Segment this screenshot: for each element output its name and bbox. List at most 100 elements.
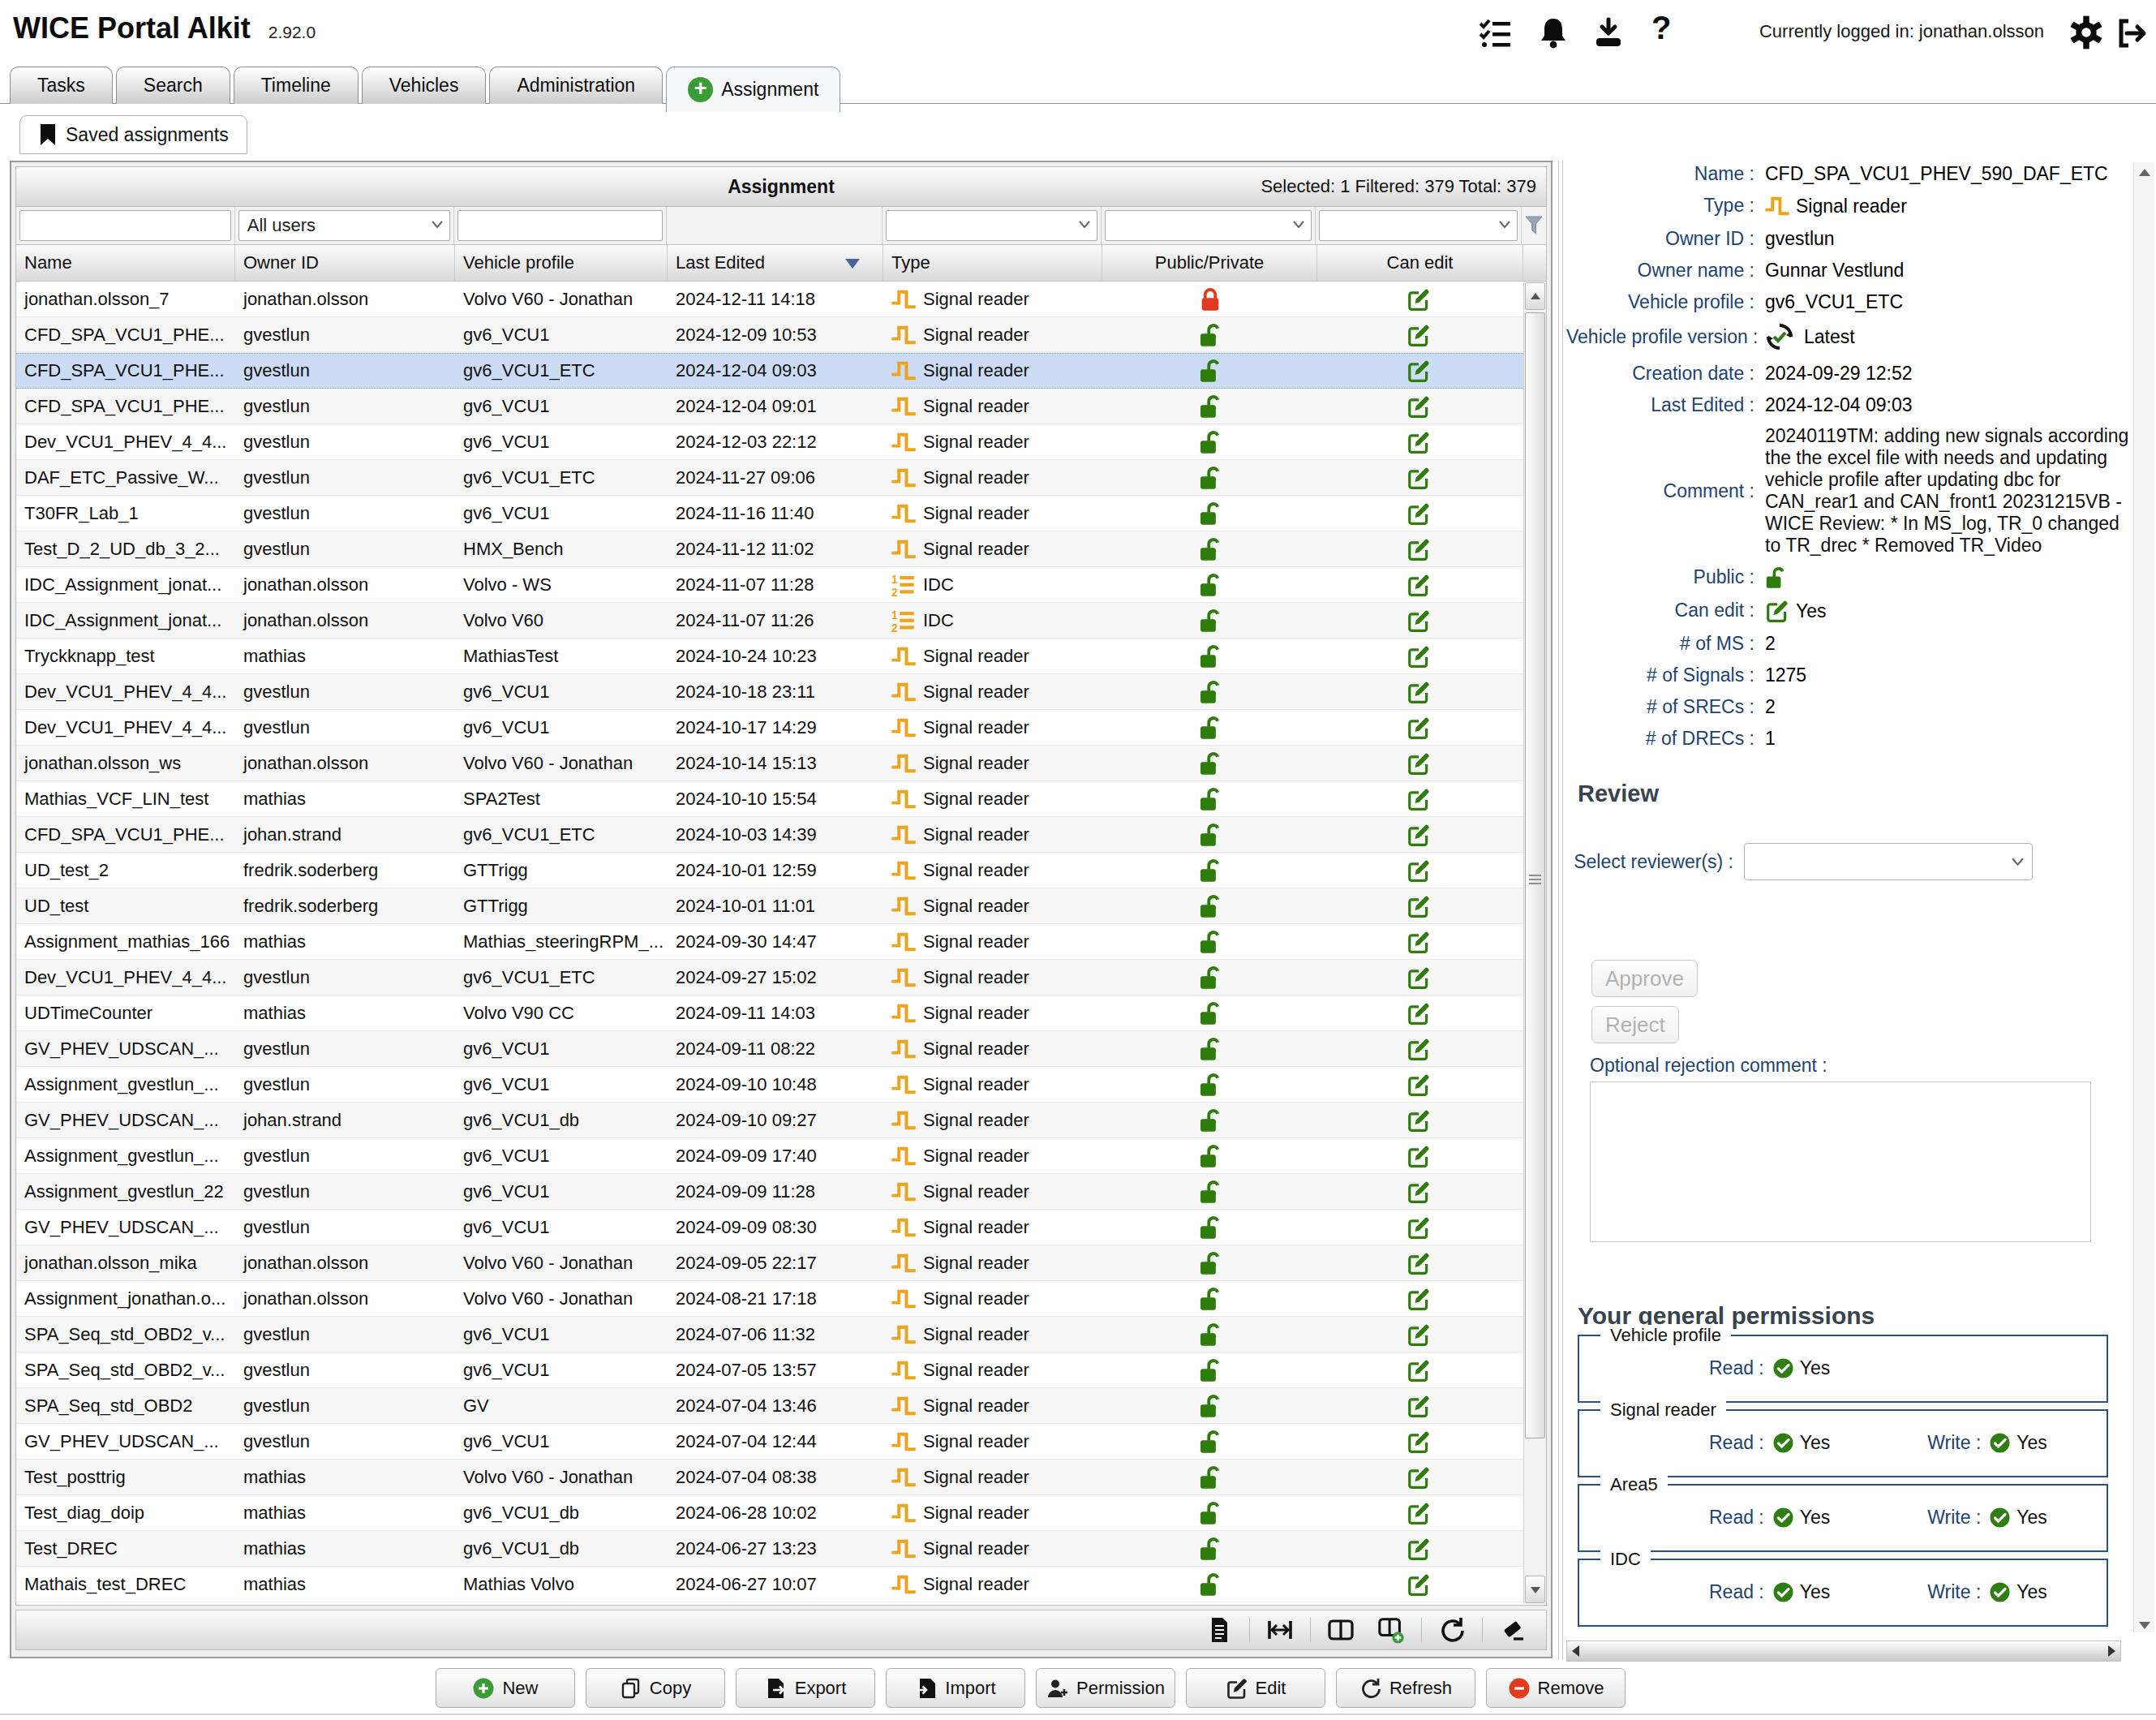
type-filter-select[interactable] <box>886 210 1097 241</box>
panel-horizontal-scrollbar[interactable] <box>1566 1640 2121 1662</box>
approve-button[interactable]: Approve <box>1591 960 1698 997</box>
scroll-left-icon[interactable] <box>1572 1645 1579 1657</box>
edit-icon[interactable] <box>1407 430 1431 454</box>
panel-vertical-scrollbar[interactable] <box>2133 162 2154 1632</box>
fit-width-icon[interactable] <box>1265 1616 1295 1644</box>
visibility-filter-select[interactable] <box>1105 210 1312 241</box>
reviewer-select[interactable] <box>1744 843 2033 880</box>
settings-gear-icon[interactable] <box>2068 15 2104 50</box>
profile-filter-input[interactable] <box>457 210 663 241</box>
filter-funnel-icon[interactable] <box>1522 207 1546 244</box>
table-row[interactable]: jonathan.olsson_mika jonathan.olsson Vol… <box>16 1245 1523 1281</box>
table-row[interactable]: Assignment_jonathan.o... jonathan.olsson… <box>16 1281 1523 1317</box>
canedit-filter-select[interactable] <box>1319 210 1518 241</box>
export-button[interactable]: Export <box>736 1668 875 1708</box>
owner-filter-select[interactable]: All users <box>238 210 451 241</box>
edit-icon[interactable] <box>1407 1037 1431 1061</box>
edit-icon[interactable] <box>1407 1215 1431 1240</box>
table-row[interactable]: jonathan.olsson_7 jonathan.olsson Volvo … <box>16 282 1523 317</box>
edit-icon[interactable] <box>1407 751 1431 776</box>
table-vertical-scrollbar[interactable] <box>1523 282 1546 1604</box>
table-row[interactable]: UDTimeCounter mathias Volvo V90 CC 2024-… <box>16 995 1523 1031</box>
scroll-down-button[interactable] <box>1525 1576 1545 1603</box>
logout-icon[interactable] <box>2115 16 2150 50</box>
edit-icon[interactable] <box>1407 930 1431 954</box>
edit-icon[interactable] <box>1407 823 1431 847</box>
edit-icon[interactable] <box>1407 537 1431 561</box>
edit-icon[interactable] <box>1407 1180 1431 1204</box>
table-row[interactable]: CFD_SPA_VCU1_PHE... johan.strand gv6_VCU… <box>16 817 1523 853</box>
col-last-edited[interactable]: Last Edited <box>668 245 883 281</box>
refresh-icon[interactable] <box>1437 1616 1467 1644</box>
edit-icon[interactable] <box>1407 573 1431 597</box>
col-owner[interactable]: Owner ID <box>235 245 455 281</box>
edit-icon[interactable] <box>1407 894 1431 918</box>
col-visibility[interactable]: Public/Private <box>1102 245 1317 281</box>
edit-icon[interactable] <box>1407 1073 1431 1097</box>
reject-button[interactable]: Reject <box>1591 1006 1679 1043</box>
edit-icon[interactable] <box>1407 1465 1431 1490</box>
table-row[interactable]: GV_PHEV_UDSCAN_... gvestlun gv6_VCU1 202… <box>16 1031 1523 1067</box>
edit-icon[interactable] <box>1407 608 1431 633</box>
columns-icon[interactable] <box>1325 1616 1356 1644</box>
edit-icon[interactable] <box>1407 501 1431 526</box>
subtab-saved-assignments[interactable]: Saved assignments <box>19 115 247 154</box>
table-row[interactable]: Mathais_test_DREC mathias Mathias Volvo … <box>16 1567 1523 1602</box>
table-row[interactable]: Assignment_mathias_166 mathias Mathias_s… <box>16 924 1523 960</box>
table-row[interactable]: Assignment_gvestlun_... gvestlun gv6_VCU… <box>16 1067 1523 1103</box>
edit-icon[interactable] <box>1407 644 1431 669</box>
edit-icon[interactable] <box>1407 858 1431 883</box>
edit-icon[interactable] <box>1407 1251 1431 1275</box>
main-tab[interactable]: Timeline <box>234 67 359 104</box>
table-row[interactable]: CFD_SPA_VCU1_PHE... gvestlun gv6_VCU1_ET… <box>16 353 1523 389</box>
refresh-button[interactable]: Refresh <box>1336 1668 1475 1708</box>
edit-icon[interactable] <box>1407 466 1431 490</box>
table-row[interactable]: SPA_Seq_std_OBD2 gvestlun GV 2024-07-04 … <box>16 1388 1523 1424</box>
edit-icon[interactable] <box>1407 1572 1431 1597</box>
scroll-down-icon[interactable] <box>2139 1622 2150 1629</box>
scrollbar-thumb[interactable] <box>1525 312 1545 1438</box>
edit-icon[interactable] <box>1407 965 1431 990</box>
table-row[interactable]: Test_D_2_UD_db_3_2... gvestlun HMX_Bench… <box>16 531 1523 567</box>
table-row[interactable]: CFD_SPA_VCU1_PHE... gvestlun gv6_VCU1 20… <box>16 317 1523 353</box>
notifications-bell-icon[interactable] <box>1536 16 1570 50</box>
edit-icon[interactable] <box>1407 716 1431 740</box>
main-tab[interactable]: Search <box>116 67 230 104</box>
table-row[interactable]: Test_DREC mathias gv6_VCU1_db 2024-06-27… <box>16 1531 1523 1567</box>
permission-button[interactable]: Permission <box>1036 1668 1175 1708</box>
download-icon[interactable] <box>1591 16 1626 50</box>
table-row[interactable]: Assignment_gvestlun_... gvestlun gv6_VCU… <box>16 1138 1523 1174</box>
edit-icon[interactable] <box>1407 1358 1431 1382</box>
table-row[interactable]: Dev_VCU1_PHEV_4_4... gvestlun gv6_VCU1_E… <box>16 960 1523 995</box>
table-row[interactable]: Test_diag_doip mathias gv6_VCU1_db 2024-… <box>16 1495 1523 1531</box>
edit-icon[interactable] <box>1407 394 1431 419</box>
version-refresh-icon[interactable] <box>1765 322 1794 351</box>
table-row[interactable]: GV_PHEV_UDSCAN_... gvestlun gv6_VCU1 202… <box>16 1424 1523 1460</box>
edit-icon[interactable] <box>1407 680 1431 704</box>
main-tab[interactable]: Tasks <box>10 67 113 104</box>
edit-icon[interactable] <box>1407 1430 1431 1454</box>
table-row[interactable]: UD_test_2 fredrik.soderberg GTTrigg 2024… <box>16 853 1523 888</box>
edit-icon[interactable] <box>1407 787 1431 811</box>
edit-icon[interactable] <box>1407 359 1431 383</box>
new-button[interactable]: New <box>436 1668 575 1708</box>
table-row[interactable]: CFD_SPA_VCU1_PHE... gvestlun gv6_VCU1 20… <box>16 389 1523 424</box>
table-row[interactable]: IDC_Assignment_jonat... jonathan.olsson … <box>16 567 1523 603</box>
table-row[interactable]: Assignment_gvestlun_22 gvestlun gv6_VCU1… <box>16 1174 1523 1210</box>
copy-button[interactable]: Copy <box>586 1668 725 1708</box>
table-row[interactable]: Dev_VCU1_PHEV_4_4... gvestlun gv6_VCU1 2… <box>16 674 1523 710</box>
main-tab[interactable]: + Assignment <box>666 67 840 112</box>
edit-icon[interactable] <box>1407 1537 1431 1561</box>
eraser-icon[interactable] <box>1497 1616 1528 1644</box>
col-profile[interactable]: Vehicle profile <box>455 245 668 281</box>
scroll-right-icon[interactable] <box>2108 1645 2115 1657</box>
table-row[interactable]: T30FR_Lab_1 gvestlun gv6_VCU1 2024-11-16… <box>16 496 1523 531</box>
import-button[interactable]: Import <box>886 1668 1025 1708</box>
edit-icon[interactable] <box>1407 1322 1431 1347</box>
panel-splitter[interactable] <box>1558 161 1563 1660</box>
edit-icon[interactable] <box>1407 1108 1431 1133</box>
edit-icon[interactable] <box>1407 1287 1431 1311</box>
table-row[interactable]: DAF_ETC_Passive_W... gvestlun gv6_VCU1_E… <box>16 460 1523 496</box>
main-tab[interactable]: Vehicles <box>362 67 487 104</box>
main-tab[interactable]: Administration <box>489 67 663 104</box>
